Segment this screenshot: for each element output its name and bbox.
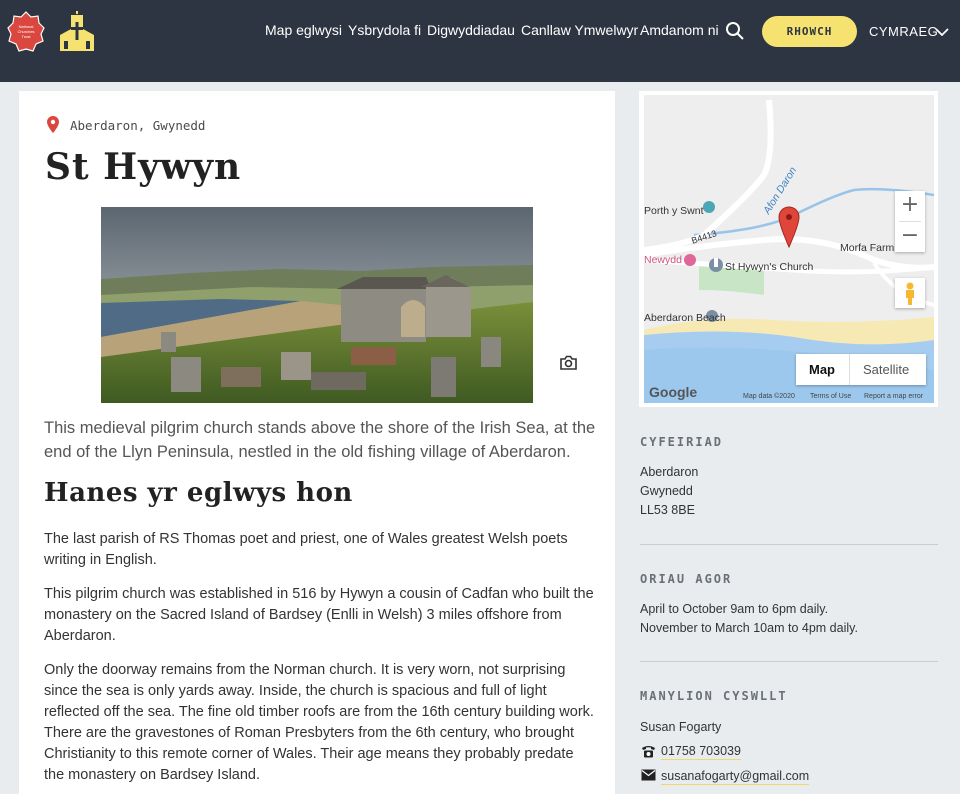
- hours-line: April to October 9am to 6pm daily.: [640, 602, 829, 616]
- national-churches-trust-logo[interactable]: National Churches Trust: [7, 11, 45, 53]
- church-photo[interactable]: [101, 207, 533, 403]
- location-pin-icon: [47, 116, 59, 133]
- map-type-map-button[interactable]: Map: [809, 362, 835, 377]
- map-terms-link[interactable]: Terms of Use: [810, 393, 851, 400]
- map-type-control: Map Satellite: [796, 354, 926, 385]
- nav-item-visitor-guide[interactable]: Canllaw Ymwelwyr: [521, 22, 638, 42]
- map-type-divider: [849, 354, 850, 385]
- section-divider: [640, 544, 938, 545]
- nav-item-inspire-me[interactable]: Ysbrydola fi: [348, 22, 421, 42]
- donate-button[interactable]: RHOWCH: [762, 16, 857, 47]
- search-icon[interactable]: [725, 21, 745, 41]
- nav-item-about-us[interactable]: Amdanom ni: [640, 22, 719, 42]
- google-logo: Google: [649, 384, 698, 400]
- page-title: St Hywyn: [45, 146, 242, 188]
- church-logo[interactable]: [56, 11, 98, 53]
- map-label-beach: Aberdaron Beach: [644, 312, 726, 324]
- phone-icon: [642, 746, 655, 758]
- address-heading: CYFEIRIAD: [640, 435, 724, 449]
- map-label-church: St Hywyn's Church: [725, 261, 814, 273]
- section-divider: [640, 661, 938, 662]
- map-attribution: Map data ©2020: [743, 393, 795, 400]
- nav-item-events[interactable]: Digwyddiadau: [427, 22, 515, 42]
- phone-link[interactable]: 01758 703039: [661, 743, 741, 760]
- history-paragraph: The last parish of RS Thomas poet and pr…: [44, 531, 568, 568]
- map-label-newydd: Newydd: [644, 254, 682, 266]
- map-label-porth: Porth y Swnt: [644, 205, 704, 217]
- history-heading: Hanes yr eglwys hon: [44, 478, 353, 508]
- address-line: Gwynedd: [640, 484, 693, 498]
- map-zoom-control: + −: [895, 191, 925, 252]
- svg-text:Trust: Trust: [22, 34, 32, 39]
- hours-line: November to March 10am to 4pm daily.: [640, 621, 858, 635]
- address-line: LL53 8BE: [640, 503, 695, 517]
- intro-text: This medieval pilgrim church stands abov…: [44, 419, 596, 461]
- chevron-down-icon[interactable]: [935, 27, 949, 37]
- map-report-link[interactable]: Report a map error: [864, 393, 923, 400]
- zoom-in-button[interactable]: +: [895, 191, 925, 221]
- church-location: Aberdaron, Gwynedd: [70, 118, 206, 133]
- contact-name: Susan Fogarty: [640, 720, 722, 734]
- nav-item-church-map[interactable]: Map eglwysi: [265, 22, 342, 42]
- email-icon: [641, 769, 656, 781]
- zoom-out-button[interactable]: −: [895, 222, 925, 252]
- map-label-morfa: Morfa Farm: [840, 242, 895, 254]
- history-paragraph: Only the doorway remains from the Norman…: [44, 662, 594, 783]
- email-link[interactable]: susanafogarty@gmail.com: [661, 768, 810, 785]
- street-view-pegman-icon[interactable]: [895, 278, 925, 308]
- address-line: Aberdaron: [640, 465, 699, 479]
- contact-heading: MANYLION CYSWLLT: [640, 689, 788, 703]
- language-selector[interactable]: CYMRAEG: [869, 24, 938, 39]
- map-type-satellite-button[interactable]: Satellite: [863, 362, 909, 377]
- history-paragraph: This pilgrim church was established in 5…: [44, 586, 594, 644]
- camera-icon[interactable]: [560, 355, 577, 370]
- hours-heading: ORIAU AGOR: [640, 572, 733, 586]
